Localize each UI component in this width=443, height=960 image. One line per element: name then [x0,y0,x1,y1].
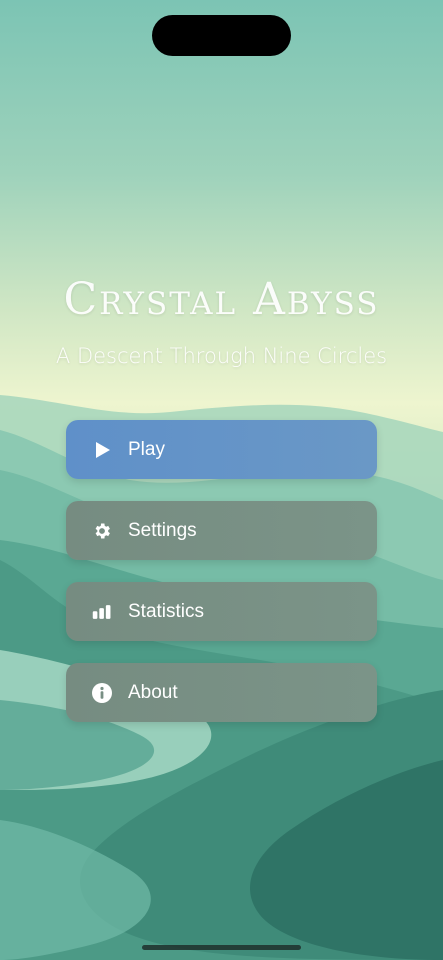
info-icon [92,682,112,703]
home-indicator[interactable] [142,945,301,950]
gear-icon [92,521,112,541]
about-button[interactable]: About [66,663,377,722]
play-icon [92,440,112,460]
main-menu: Play Settings Statistics About [66,420,377,744]
settings-button-label: Settings [128,519,197,541]
game-subtitle: A Descent Through Nine Circles [55,344,388,368]
statistics-button[interactable]: Statistics [66,582,377,641]
game-title: Crystal Abyss [63,274,380,325]
dynamic-island [152,15,291,56]
statistics-button-label: Statistics [128,600,205,622]
settings-button[interactable]: Settings [66,501,377,560]
main-menu-screen: Crystal Abyss A Descent Through Nine Cir… [0,0,443,960]
about-button-label: About [128,681,178,703]
bar-chart-icon [92,602,112,622]
play-button[interactable]: Play [66,420,377,479]
play-button-label: Play [128,438,165,460]
